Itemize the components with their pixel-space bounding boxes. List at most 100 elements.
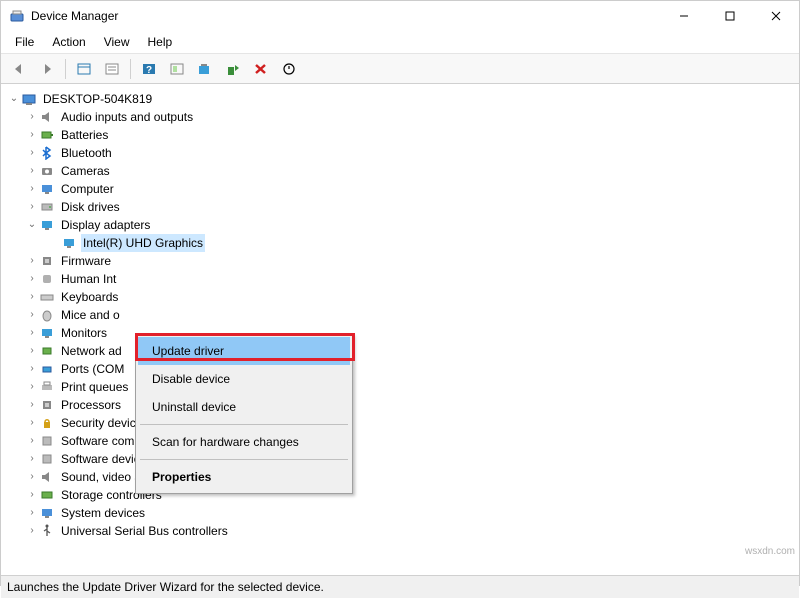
network-icon xyxy=(39,343,55,359)
tree-node-firmware[interactable]: › Firmware xyxy=(7,252,799,270)
tree-node-monitors[interactable]: ›Monitors xyxy=(7,324,799,342)
node-label: Ports (COM xyxy=(59,360,126,378)
tree-node-mice[interactable]: › Mice and o xyxy=(7,306,799,324)
expand-icon[interactable]: › xyxy=(25,324,39,342)
expand-icon[interactable]: › xyxy=(25,144,39,162)
maximize-button[interactable] xyxy=(707,1,753,31)
expand-icon[interactable]: › xyxy=(25,252,39,270)
node-label: Cameras xyxy=(59,162,112,180)
node-label: Print queues xyxy=(59,378,130,396)
tree-node-display[interactable]: ⌄ Display adapters xyxy=(7,216,799,234)
close-button[interactable] xyxy=(753,1,799,31)
help-button[interactable]: ? xyxy=(137,58,161,80)
tree-node-display-child[interactable]: Intel(R) UHD Graphics xyxy=(7,234,799,252)
node-label: System devices xyxy=(59,504,147,522)
expand-icon[interactable]: › xyxy=(25,432,39,450)
update-driver-button[interactable] xyxy=(221,58,245,80)
titlebar: Device Manager xyxy=(1,1,799,31)
ctx-scan-hardware[interactable]: Scan for hardware changes xyxy=(138,428,350,456)
menu-action[interactable]: Action xyxy=(44,33,93,51)
expand-icon[interactable]: ⌄ xyxy=(7,90,21,108)
back-button[interactable] xyxy=(7,58,31,80)
tree-node-processors[interactable]: › Processors xyxy=(7,396,799,414)
tree-node-keyboards[interactable]: ›Keyboards xyxy=(7,288,799,306)
node-label: Processors xyxy=(59,396,123,414)
expand-icon[interactable]: › xyxy=(25,288,39,306)
expand-icon[interactable]: › xyxy=(25,522,39,540)
storage-icon xyxy=(39,487,55,503)
node-label: Universal Serial Bus controllers xyxy=(59,522,230,540)
disable-button[interactable] xyxy=(277,58,301,80)
display-icon xyxy=(39,217,55,233)
tree-node-sound[interactable]: ›Sound, video and game controllers xyxy=(7,468,799,486)
node-label: Display adapters xyxy=(59,216,152,234)
toolbar-icon-1[interactable] xyxy=(165,58,189,80)
tree-node-security[interactable]: ›Security devices xyxy=(7,414,799,432)
minimize-button[interactable] xyxy=(661,1,707,31)
ctx-update-driver[interactable]: Update driver xyxy=(138,337,350,365)
node-label: Mice and o xyxy=(59,306,122,324)
sysdev-icon xyxy=(39,505,55,521)
computer-icon xyxy=(21,91,37,107)
expand-icon[interactable]: › xyxy=(25,270,39,288)
tree-node-bluetooth[interactable]: ›Bluetooth xyxy=(7,144,799,162)
node-label: Audio inputs and outputs xyxy=(59,108,195,126)
tree-node-swcomp[interactable]: ›Software components xyxy=(7,432,799,450)
uninstall-button[interactable] xyxy=(249,58,273,80)
menu-file[interactable]: File xyxy=(7,33,42,51)
tree-node-storage[interactable]: ›Storage controllers xyxy=(7,486,799,504)
expand-icon[interactable]: › xyxy=(25,180,39,198)
statusbar-text: Launches the Update Driver Wizard for th… xyxy=(7,580,324,594)
tree-node-disk[interactable]: › Disk drives xyxy=(7,198,799,216)
expand-icon[interactable]: › xyxy=(25,450,39,468)
tree-node-cameras[interactable]: › Cameras xyxy=(7,162,799,180)
node-label: Intel(R) UHD Graphics xyxy=(81,234,205,252)
tree-node-swdev[interactable]: ›Software devices xyxy=(7,450,799,468)
scan-hardware-button[interactable] xyxy=(193,58,217,80)
expand-icon[interactable]: › xyxy=(25,486,39,504)
tree-node-usb[interactable]: › Universal Serial Bus controllers xyxy=(7,522,799,540)
disk-icon xyxy=(39,199,55,215)
menu-help[interactable]: Help xyxy=(140,33,181,51)
tree-node-audio[interactable]: › Audio inputs and outputs xyxy=(7,108,799,126)
expand-icon[interactable]: › xyxy=(25,378,39,396)
tree-node-printq[interactable]: › Print queues xyxy=(7,378,799,396)
expand-icon[interactable]: › xyxy=(25,108,39,126)
menu-view[interactable]: View xyxy=(96,33,138,51)
ctx-uninstall-device[interactable]: Uninstall device xyxy=(138,393,350,421)
tree-node-ports[interactable]: › Ports (COM xyxy=(7,360,799,378)
tree-node-sysdev[interactable]: › System devices xyxy=(7,504,799,522)
cpu-icon xyxy=(39,397,55,413)
swcomp-icon xyxy=(39,433,55,449)
tree-node-computer[interactable]: ›Computer xyxy=(7,180,799,198)
tree-node-network[interactable]: ›Network ad xyxy=(7,342,799,360)
forward-button[interactable] xyxy=(35,58,59,80)
node-label: Disk drives xyxy=(59,198,122,216)
expand-icon[interactable]: › xyxy=(25,198,39,216)
expand-icon[interactable]: › xyxy=(25,342,39,360)
expand-icon[interactable]: › xyxy=(25,414,39,432)
tree-node-hid[interactable]: ›Human Int xyxy=(7,270,799,288)
tree-node-batteries[interactable]: ›Batteries xyxy=(7,126,799,144)
node-label: Firmware xyxy=(59,252,113,270)
display-icon xyxy=(61,235,77,251)
show-hidden-button[interactable] xyxy=(72,58,96,80)
bluetooth-icon xyxy=(39,145,55,161)
expand-icon[interactable]: › xyxy=(25,162,39,180)
ctx-disable-device[interactable]: Disable device xyxy=(138,365,350,393)
swdev-icon xyxy=(39,451,55,467)
properties-button[interactable] xyxy=(100,58,124,80)
tree-root[interactable]: ⌄ DESKTOP-504K819 xyxy=(7,90,799,108)
firmware-icon xyxy=(39,253,55,269)
toolbar: ? xyxy=(1,54,799,84)
expand-icon[interactable]: › xyxy=(25,306,39,324)
ctx-properties[interactable]: Properties xyxy=(138,463,350,491)
expand-icon[interactable]: › xyxy=(25,396,39,414)
collapse-icon[interactable]: ⌄ xyxy=(25,216,39,234)
expand-icon[interactable]: › xyxy=(25,360,39,378)
expand-icon[interactable]: › xyxy=(25,504,39,522)
device-tree[interactable]: ⌄ DESKTOP-504K819 › Audio inputs and outp… xyxy=(1,84,799,576)
expand-icon[interactable]: › xyxy=(25,126,39,144)
expand-icon[interactable]: › xyxy=(25,468,39,486)
app-icon xyxy=(9,8,25,24)
